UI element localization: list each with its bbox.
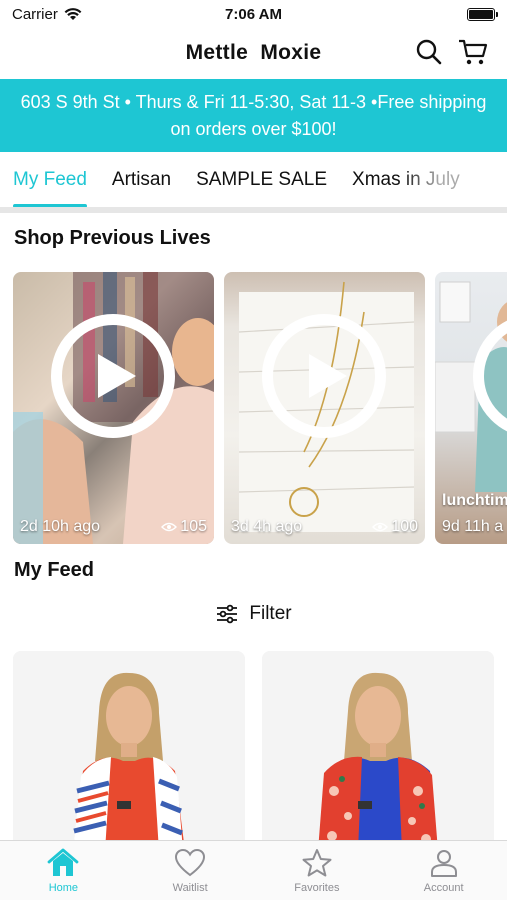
- bottom-tab-bar: Home Waitlist Favorites Account: [0, 840, 507, 900]
- previous-lives-carousel[interactable]: 2d 10h ago 105 3d 4h ago 100 lunchtim 9d…: [13, 272, 507, 544]
- product-image: [262, 651, 494, 851]
- sliders-icon: [217, 604, 238, 624]
- tab-account-label: Account: [423, 882, 464, 894]
- live-view-count: 100: [391, 518, 418, 535]
- section-title-my-feed: My Feed: [14, 559, 95, 581]
- carrier-label: Carrier: [12, 5, 58, 23]
- tab-waitlist[interactable]: Waitlist: [127, 841, 254, 900]
- tab-home-label: Home: [48, 882, 79, 894]
- divider: [0, 207, 507, 213]
- tab-waitlist-label: Waitlist: [172, 882, 208, 894]
- app-title: Mettle Moxie: [185, 41, 322, 64]
- eye-icon: [161, 522, 178, 532]
- category-tabs: My Feed Artisan SAMPLE SALE Xmas in July: [0, 152, 507, 208]
- tab-account[interactable]: Account: [380, 841, 507, 900]
- tab-favorites[interactable]: Favorites: [254, 841, 381, 900]
- tab-sample-sale[interactable]: SAMPLE SALE: [196, 152, 327, 208]
- tab-my-feed[interactable]: My Feed: [13, 152, 87, 208]
- live-time-ago: 9d 11h a: [442, 518, 504, 535]
- eye-icon: [372, 522, 389, 532]
- product-card[interactable]: [13, 651, 245, 851]
- live-title: lunchtim: [442, 492, 507, 509]
- tab-xmas-in-july[interactable]: Xmas in July: [352, 152, 460, 208]
- nav-bar: Mettle Moxie: [0, 28, 507, 78]
- live-card[interactable]: lunchtim 9d 11h a: [435, 272, 507, 544]
- play-icon: [262, 314, 386, 438]
- tab-artisan[interactable]: Artisan: [112, 152, 171, 208]
- cart-icon[interactable]: [457, 36, 489, 68]
- carrier-info: Carrier: [12, 6, 82, 23]
- status-bar: Carrier 7:06 AM: [0, 0, 507, 28]
- store-info-banner: 603 S 9th St • Thurs & Fri 11-5:30, Sat …: [0, 79, 507, 152]
- wifi-icon: [64, 7, 82, 20]
- live-views: 100: [372, 518, 418, 536]
- tab-home[interactable]: Home: [0, 841, 127, 900]
- filter-button[interactable]: Filter: [0, 603, 507, 625]
- product-image: [13, 651, 245, 851]
- live-card[interactable]: 3d 4h ago 100: [224, 272, 425, 544]
- home-icon: [47, 848, 79, 876]
- live-views: 105: [161, 518, 207, 536]
- battery-icon: [467, 7, 498, 21]
- search-icon[interactable]: [413, 36, 445, 68]
- live-time-ago: 2d 10h ago: [20, 518, 101, 535]
- play-icon: [51, 314, 175, 438]
- heart-icon: [175, 848, 206, 877]
- account-icon: [430, 850, 457, 877]
- star-icon: [302, 849, 332, 877]
- live-card[interactable]: 2d 10h ago 105: [13, 272, 214, 544]
- live-time-ago: 3d 4h ago: [231, 518, 303, 535]
- section-title-previous-lives: Shop Previous Lives: [14, 227, 211, 249]
- product-card[interactable]: [262, 651, 494, 851]
- live-view-count: 105: [180, 518, 207, 535]
- filter-label: Filter: [249, 603, 292, 624]
- tab-xmas-label: Xmas in July: [352, 169, 460, 190]
- tab-favorites-label: Favorites: [294, 882, 340, 894]
